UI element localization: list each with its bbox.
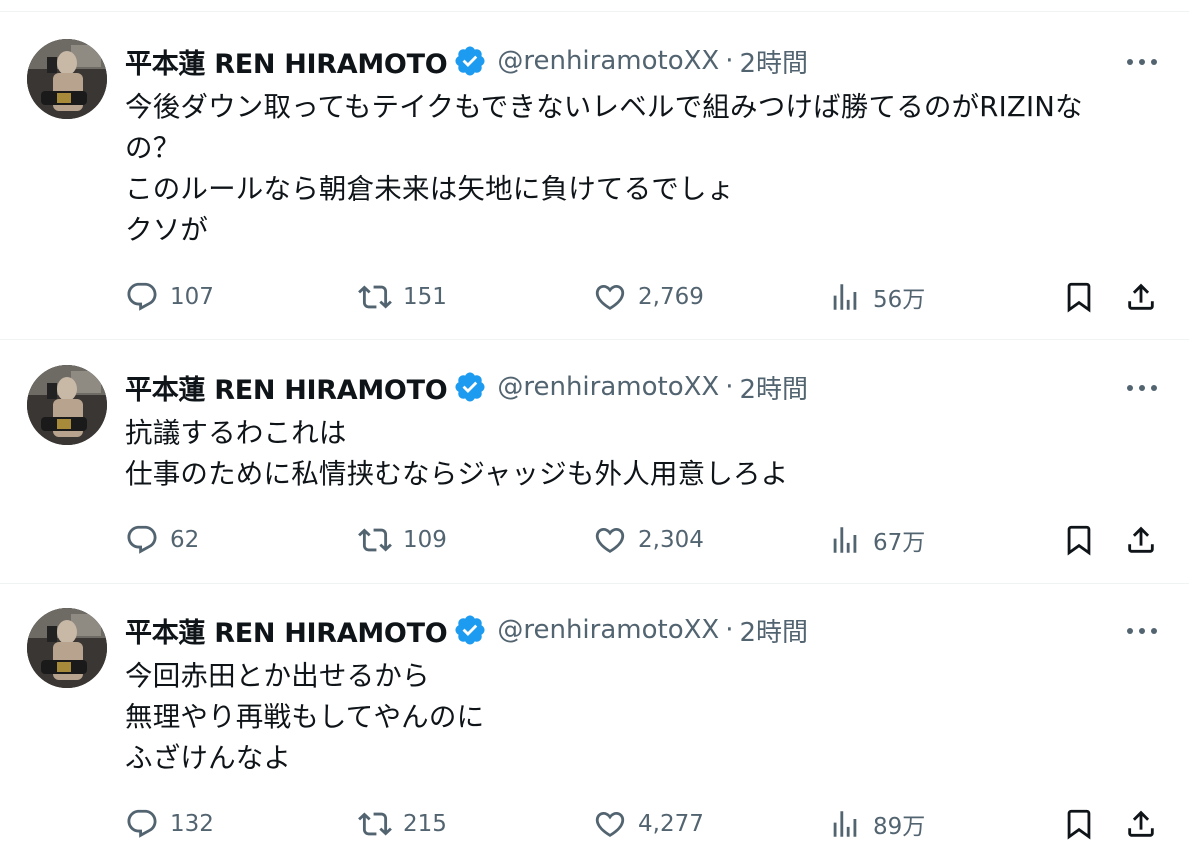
repost-button[interactable]: 109 [358, 520, 447, 560]
tweet-text-line: 今回赤田とか出せるから [125, 660, 430, 692]
views-count: 56万 [873, 287, 926, 313]
reply-count: 132 [170, 811, 214, 837]
repost-count: 151 [403, 284, 447, 310]
bookmark-icon [1067, 525, 1091, 556]
timestamp[interactable]: 2時間 [740, 369, 809, 406]
like-button[interactable]: 2,769 [593, 277, 704, 317]
views-chart-icon [833, 527, 857, 553]
tweet-2[interactable]: 平本蓮 REN HIRAMOTO @renhiramotoXX · 2時間 抗議… [0, 365, 1189, 584]
tweet-text-line: 今後ダウン取ってもテイクもできないレベルで組みつけば勝てるのがRIZINな [125, 91, 1083, 123]
repost-button[interactable]: 215 [358, 804, 447, 844]
verified-badge-icon [453, 613, 487, 647]
user-handle[interactable]: @renhiramotoXX [497, 46, 719, 76]
views-count: 89万 [873, 814, 926, 840]
tweet-text: 抗議するわこれは 仕事のために私情挟むならジャッジも外人用意しろよ [125, 413, 1175, 495]
bookmark-button[interactable] [1062, 277, 1096, 317]
avatar-photo [27, 608, 107, 688]
tweet-divider [0, 583, 1189, 584]
views-count: 67万 [873, 530, 926, 556]
tweet-header: 平本蓮 REN HIRAMOTO @renhiramotoXX · 2時間 [125, 367, 808, 407]
display-name[interactable]: 平本蓮 REN HIRAMOTO [125, 611, 448, 650]
tweet-divider [0, 339, 1189, 340]
bookmark-icon [1067, 282, 1091, 313]
views-chart-icon [833, 284, 857, 310]
like-button[interactable]: 4,277 [593, 804, 704, 844]
avatar-photo [27, 365, 107, 445]
views-button[interactable]: 56万 [828, 277, 925, 317]
more-options-icon[interactable] [1122, 616, 1162, 646]
like-button[interactable]: 2,304 [593, 520, 704, 560]
views-chart-icon [833, 811, 857, 837]
verified-badge-icon [453, 370, 487, 404]
tweet-text: 今回赤田とか出せるから 無理やり再戦もしてやんのに ふざけんなよ [125, 656, 1175, 779]
avatar[interactable] [27, 365, 107, 445]
tweet-text-line: クソが [125, 214, 209, 246]
display-name[interactable]: 平本蓮 REN HIRAMOTO [125, 42, 448, 81]
tweet-header: 平本蓮 REN HIRAMOTO @renhiramotoXX · 2時間 [125, 610, 808, 650]
separator-dot: · [725, 372, 734, 402]
tweet-text-line: 無理やり再戦もしてやんのに [125, 701, 485, 733]
tweet-actions: 62 109 2,304 67万 [0, 520, 1189, 560]
repost-count: 215 [403, 811, 447, 837]
timestamp[interactable]: 2時間 [740, 612, 809, 649]
heart-icon [595, 284, 625, 310]
share-icon [1128, 526, 1154, 553]
tweet-text-line: の？ [125, 132, 181, 164]
bookmark-button[interactable] [1062, 520, 1096, 560]
like-count: 2,769 [638, 284, 704, 310]
avatar-photo [27, 39, 107, 119]
separator-dot: · [725, 46, 734, 76]
reply-count: 107 [170, 284, 214, 310]
repost-icon [358, 285, 392, 309]
reply-count: 62 [170, 527, 200, 553]
tweet-text-line: このルールなら朝倉未来は矢地に負けてるでしょ [125, 173, 735, 205]
tweet-3[interactable]: 平本蓮 REN HIRAMOTO @renhiramotoXX · 2時間 今回… [0, 608, 1189, 865]
tweet-timeline: 平本蓮 REN HIRAMOTO @renhiramotoXX · 2時間 今後… [0, 0, 1189, 865]
tweet-text-line: ふざけんなよ [125, 742, 292, 774]
timeline-top-divider [0, 11, 1189, 12]
reply-icon [127, 525, 157, 554]
share-icon [1128, 810, 1154, 837]
repost-count: 109 [403, 527, 447, 553]
bookmark-icon [1067, 809, 1091, 840]
reply-icon [127, 282, 157, 311]
display-name[interactable]: 平本蓮 REN HIRAMOTO [125, 368, 448, 407]
verified-badge-icon [453, 44, 487, 78]
repost-button[interactable]: 151 [358, 277, 447, 317]
separator-dot: · [725, 615, 734, 645]
like-count: 4,277 [638, 811, 704, 837]
share-icon [1128, 283, 1154, 310]
tweet-text: 今後ダウン取ってもテイクもできないレベルで組みつけば勝てるのがRIZINな の？… [125, 87, 1175, 251]
repost-icon [358, 812, 392, 836]
reply-button[interactable]: 107 [125, 277, 214, 317]
tweet-text-line: 抗議するわこれは [125, 417, 347, 449]
like-count: 2,304 [638, 527, 704, 553]
timestamp[interactable]: 2時間 [740, 43, 809, 80]
repost-icon [358, 528, 392, 552]
views-button[interactable]: 89万 [828, 804, 925, 844]
tweet-text-line: 仕事のために私情挟むならジャッジも外人用意しろよ [125, 458, 789, 490]
user-handle[interactable]: @renhiramotoXX [497, 372, 719, 402]
heart-icon [595, 527, 625, 553]
share-button[interactable] [1124, 520, 1158, 560]
tweet-1[interactable]: 平本蓮 REN HIRAMOTO @renhiramotoXX · 2時間 今後… [0, 39, 1189, 340]
reply-icon [127, 809, 157, 838]
avatar[interactable] [27, 39, 107, 119]
tweet-header: 平本蓮 REN HIRAMOTO @renhiramotoXX · 2時間 [125, 41, 808, 81]
tweet-actions: 107 151 2,769 56万 [0, 277, 1189, 317]
avatar[interactable] [27, 608, 107, 688]
tweet-actions: 132 215 4,277 89万 [0, 804, 1189, 844]
more-options-icon[interactable] [1122, 47, 1162, 77]
share-button[interactable] [1124, 277, 1158, 317]
heart-icon [595, 811, 625, 837]
user-handle[interactable]: @renhiramotoXX [497, 615, 719, 645]
share-button[interactable] [1124, 804, 1158, 844]
bookmark-button[interactable] [1062, 804, 1096, 844]
views-button[interactable]: 67万 [828, 520, 925, 560]
reply-button[interactable]: 62 [125, 520, 199, 560]
more-options-icon[interactable] [1122, 373, 1162, 403]
reply-button[interactable]: 132 [125, 804, 214, 844]
